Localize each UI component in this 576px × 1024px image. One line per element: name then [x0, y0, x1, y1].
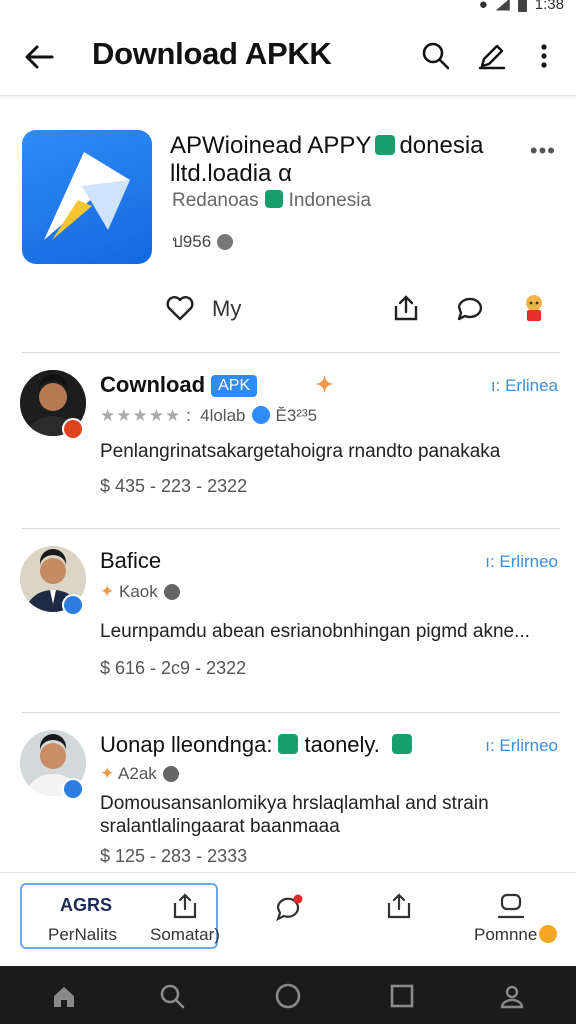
- wifi-icon: ●: [478, 0, 488, 13]
- app-actions-row: My: [22, 290, 556, 330]
- rating-separator: :: [185, 406, 191, 425]
- app-publisher: Redanoas Indonesia: [172, 190, 371, 212]
- post-count: Ĕ3²³5: [275, 406, 318, 425]
- list-item[interactable]: Uonap lleondnga: taonely. ı: Erlirneo ✦ A…: [0, 728, 576, 878]
- account-icon[interactable]: [498, 982, 526, 1010]
- platform-badge-icon: [62, 778, 84, 800]
- tab-pernalits-icon[interactable]: AGRS: [60, 895, 112, 916]
- app-logo-graphic: [44, 152, 130, 240]
- back-arrow-icon[interactable]: [22, 40, 56, 74]
- post-tag[interactable]: ı: Erlirneo: [485, 552, 558, 572]
- post-author-suffix: taonely.: [304, 732, 380, 757]
- emoji-face-icon: [539, 925, 558, 943]
- platform-badge-icon: [62, 418, 84, 440]
- info-icon[interactable]: [162, 766, 179, 782]
- post-author: Cownload APK ✦: [100, 372, 337, 398]
- tab-upload-icon[interactable]: [384, 891, 414, 921]
- signal-icon: [495, 0, 510, 11]
- post-description: Domousansanlomikya hrslaqlamhal and stra…: [100, 792, 560, 838]
- post-author-name[interactable]: Cownload: [100, 372, 205, 397]
- tab-chat-icon[interactable]: [274, 893, 304, 923]
- my-label[interactable]: My: [212, 296, 241, 322]
- download-count-value: ป956: [172, 232, 212, 251]
- region-badge-icon: [278, 734, 299, 754]
- platform-badge-icon: [62, 594, 84, 616]
- app-region: Indonesia: [288, 190, 372, 211]
- more-options-icon[interactable]: •••: [530, 138, 556, 164]
- post-user: 4lolab: [200, 406, 246, 425]
- post-description: Penlangrinatsakargetahoigra rnandto pana…: [100, 441, 501, 462]
- post-author: Uonap lleondnga: taonely.: [100, 732, 418, 758]
- tab-pomnne-text: Pomnne: [474, 925, 538, 944]
- post-description-line2: sralantlalingaarat baanmaaa: [100, 816, 340, 837]
- page-title: Download APKK: [92, 36, 332, 71]
- tab-share-icon[interactable]: [170, 891, 200, 921]
- info-icon[interactable]: [217, 234, 234, 250]
- download-count: ป956: [172, 228, 234, 255]
- sparkle-icon: ✦: [315, 372, 334, 397]
- post-meta: ✦ Kaok: [100, 582, 180, 602]
- post-price: $ 435 - 223 - 2322: [100, 476, 248, 496]
- tab-pernalits-label[interactable]: PerNalits: [48, 925, 117, 945]
- post-meta: ★★★★★ : 4lolab Ĕ3²³5: [100, 406, 317, 426]
- battery-icon: [517, 0, 527, 12]
- post-author-name[interactable]: Uonap lleondnga:: [100, 732, 272, 757]
- mascot-icon[interactable]: [518, 292, 550, 324]
- status-time: 1:38: [534, 0, 564, 13]
- home-icon[interactable]: [50, 982, 78, 1010]
- comment-icon[interactable]: [454, 292, 486, 324]
- post-price: $ 125 - 283 - 2333: [100, 846, 248, 866]
- app-name-line1: APWioinead APPY: [170, 132, 372, 159]
- home-circle-icon[interactable]: [274, 982, 302, 1010]
- tab-profile-icon[interactable]: [496, 891, 526, 921]
- verified-check-icon: [251, 406, 270, 424]
- app-name: APWioinead APPY donesia lltd.loadia α: [170, 132, 510, 188]
- publisher-name[interactable]: Redanoas: [172, 190, 259, 211]
- system-nav-bar: [0, 966, 576, 1024]
- post-price: $ 616 - 2c9 - 2322: [100, 658, 247, 678]
- recents-icon[interactable]: [388, 982, 416, 1010]
- tab-somatar-label[interactable]: Somatar): [150, 925, 220, 945]
- star-sparkle-icon: ✦: [100, 764, 115, 783]
- post-author[interactable]: Bafice: [100, 548, 161, 574]
- section-divider: [22, 352, 560, 353]
- search-icon[interactable]: [158, 982, 186, 1010]
- post-description: Leurnpamdu abean esrianobnhingan pigmd a…: [100, 621, 530, 642]
- post-user: Kaok: [118, 582, 158, 601]
- more-vert-icon[interactable]: [528, 40, 560, 72]
- section-divider: [22, 712, 560, 713]
- tab-pomnne-label[interactable]: Pomnne: [474, 925, 558, 945]
- post-meta: ✦ A2ak: [100, 764, 179, 784]
- post-tag[interactable]: ı: Erlinea: [491, 376, 558, 396]
- app-name-line2: lltd.loadia α: [170, 160, 292, 187]
- info-icon[interactable]: [163, 584, 180, 600]
- list-item[interactable]: Bafice ı: Erlirneo ✦ Kaok Leurnpamdu abe…: [0, 544, 576, 704]
- app-name-suffix: donesia: [399, 132, 484, 159]
- rating-stars-icon: ★★★★★: [100, 406, 182, 425]
- post-description-line1: Domousansanlomikya hrslaqlamhal and stra…: [100, 793, 489, 814]
- region-badge-icon: [375, 135, 396, 155]
- apk-badge: APK: [211, 375, 258, 397]
- edit-pen-icon[interactable]: [476, 40, 508, 72]
- star-sparkle-icon: ✦: [100, 582, 115, 601]
- post-user: A2ak: [118, 764, 157, 783]
- bottom-tab-bar: AGRS PerNalits Somatar) Pomnne: [0, 872, 576, 960]
- list-item[interactable]: Cownload APK ✦ ı: Erlinea ★★★★★ : 4lolab Ĕ…: [0, 368, 576, 528]
- share-icon[interactable]: [390, 292, 422, 324]
- search-icon[interactable]: [420, 40, 452, 72]
- section-divider: [22, 528, 560, 529]
- app-bar: Download APKK: [0, 20, 576, 96]
- app-logo[interactable]: [22, 130, 152, 264]
- heart-icon[interactable]: [164, 292, 196, 324]
- post-tag[interactable]: ı: Erlirneo: [485, 736, 558, 756]
- status-bar: ● 1:38: [0, 0, 576, 14]
- close-badge-icon[interactable]: [391, 734, 412, 754]
- app-header-card: APWioinead APPY donesia lltd.loadia α Red…: [22, 130, 556, 350]
- verified-badge-icon: [264, 190, 283, 208]
